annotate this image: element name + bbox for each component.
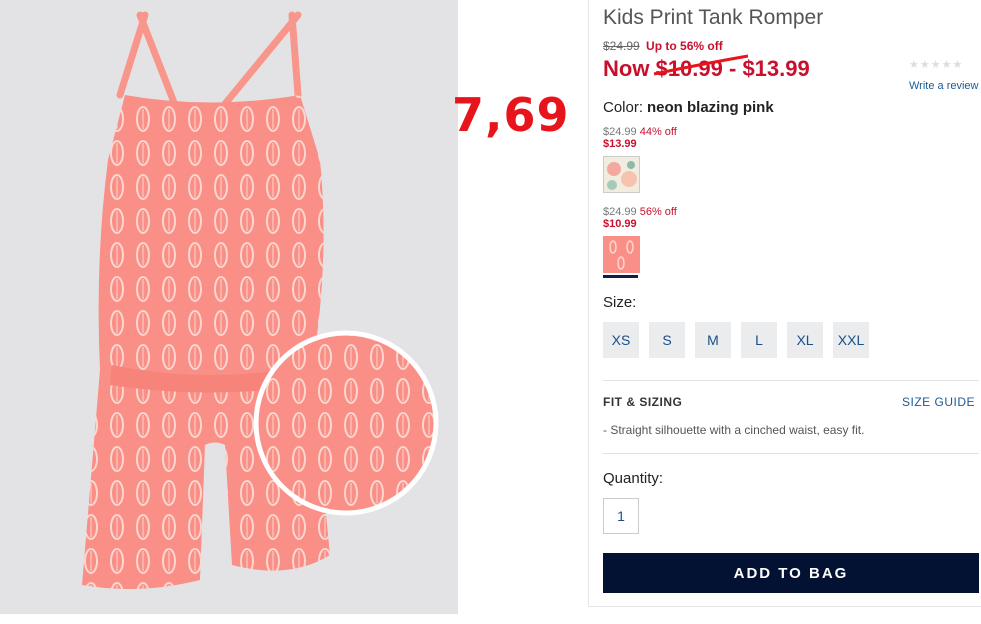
swatch-discount: 44% off bbox=[639, 126, 677, 138]
pink-swatch[interactable] bbox=[603, 236, 640, 273]
original-price-line: $24.99 Up to 56% off bbox=[603, 39, 723, 53]
color-line: Color: neon blazing pink bbox=[603, 99, 774, 116]
divider bbox=[603, 453, 979, 454]
now-prefix: Now bbox=[603, 56, 650, 81]
now-high-price: $13.99 bbox=[742, 56, 810, 81]
swatch-sale-price: $13.99 bbox=[603, 138, 637, 150]
size-xxl-button[interactable]: XXL bbox=[833, 322, 869, 358]
floral-pattern-icon bbox=[604, 157, 639, 192]
floral-swatch[interactable] bbox=[603, 156, 640, 193]
color-label: Color: bbox=[603, 99, 644, 116]
add-to-bag-button[interactable]: ADD TO BAG bbox=[603, 553, 979, 593]
fit-sizing-header: FIT & SIZING bbox=[603, 395, 683, 409]
strike-scribble-icon bbox=[653, 54, 748, 76]
size-label: Size: bbox=[603, 294, 637, 311]
discount-text: Up to 56% off bbox=[646, 39, 723, 53]
size-guide-link[interactable]: SIZE GUIDE bbox=[902, 395, 975, 409]
size-m-button[interactable]: M bbox=[695, 322, 731, 358]
swatch-sale-price: $10.99 bbox=[603, 218, 637, 230]
product-image bbox=[0, 0, 458, 614]
swatch-price-pink: $24.99 56% off $10.99 bbox=[603, 206, 677, 230]
swatch-price-floral: $24.99 44% off $13.99 bbox=[603, 126, 677, 150]
size-l-button[interactable]: L bbox=[741, 322, 777, 358]
quantity-input[interactable] bbox=[603, 498, 639, 534]
product-title: Kids Print Tank Romper bbox=[603, 6, 824, 29]
rating-stars-icon: ★★★★★ bbox=[909, 59, 964, 71]
now-price: Now $10.99 - $13.99 bbox=[603, 54, 810, 82]
size-xs-button[interactable]: XS bbox=[603, 322, 639, 358]
fit-description: - Straight silhouette with a cinched wai… bbox=[603, 423, 865, 437]
size-xl-button[interactable]: XL bbox=[787, 322, 823, 358]
now-low-price-crossed: $10.99 bbox=[653, 54, 748, 82]
selected-swatch-indicator bbox=[603, 275, 638, 278]
original-price: $24.99 bbox=[603, 39, 640, 53]
swatch-original-price: $24.99 bbox=[603, 206, 637, 218]
size-s-button[interactable]: S bbox=[649, 322, 685, 358]
quantity-label: Quantity: bbox=[603, 470, 664, 487]
size-options: XS S M L XL XXL bbox=[603, 322, 869, 358]
handwritten-price-annotation: 7,69 bbox=[452, 88, 570, 142]
product-details-panel: Kids Print Tank Romper $24.99 Up to 56% … bbox=[588, 0, 981, 607]
divider bbox=[603, 380, 979, 381]
color-value: neon blazing pink bbox=[647, 99, 774, 116]
write-review-link[interactable]: Write a review bbox=[909, 80, 978, 92]
romper-illustration bbox=[82, 11, 439, 589]
swatch-discount: 56% off bbox=[639, 206, 677, 218]
pink-pattern-icon bbox=[604, 237, 639, 272]
swatch-original-price: $24.99 bbox=[603, 126, 637, 138]
